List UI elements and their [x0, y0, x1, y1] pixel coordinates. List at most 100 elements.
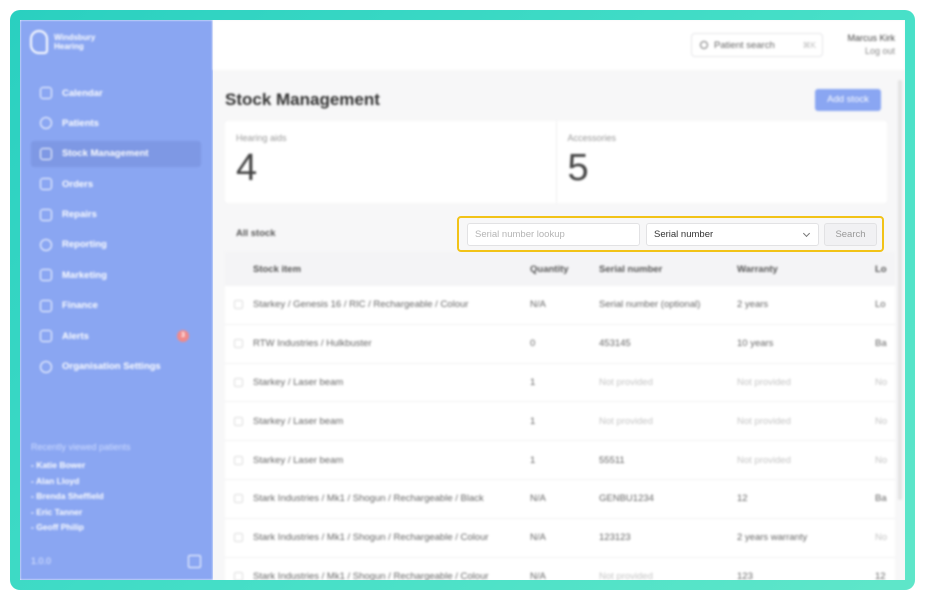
table-row[interactable]: Starkey / Laser beam 1 55511 Not provided No [225, 441, 895, 480]
recent-patient-link[interactable]: - Geoff Philip [31, 522, 131, 532]
row-checkbox[interactable] [234, 377, 243, 387]
cell-quantity: 1 [530, 415, 536, 427]
sidebar-item-patients[interactable]: Patients [31, 110, 201, 136]
chevron-down-icon [802, 229, 811, 238]
top-bar: Patient search ⌘K Marcus Kirk Log out [213, 20, 905, 70]
column-header-quantity[interactable]: Quantity [530, 264, 599, 275]
table-row[interactable]: Stark Industries / Mk1 / Shogun / Rechar… [225, 479, 895, 519]
cell-location: Lo [875, 299, 886, 311]
cell-stock-item: Stark Industries / Mk1 / Shogun / Rechar… [253, 532, 489, 544]
row-checkbox[interactable] [234, 571, 243, 580]
cell-stock-item: Starkey / Laser beam [253, 454, 344, 466]
lookup-field-select[interactable]: Serial number [646, 223, 819, 246]
user-name: Marcus Kirk [847, 33, 895, 43]
cell-warranty: Not provided [737, 454, 791, 466]
cell-warranty: 2 years [737, 299, 769, 311]
column-header-location[interactable]: Lo [875, 264, 895, 275]
cell-serial-number: 55511 [599, 454, 625, 466]
table-row[interactable]: Starkey / Laser beam 1 Not provided Not pro… [225, 363, 895, 403]
row-checkbox[interactable] [234, 416, 243, 426]
sidebar-item-reporting[interactable]: Reporting [31, 232, 201, 258]
patient-search-label: Patient search [714, 39, 775, 51]
brand-name-line1: Windsbury [54, 33, 96, 42]
recent-patient-link[interactable]: - Brenda Sheffield [31, 491, 131, 501]
main-background: Patient search ⌘K Marcus Kirk Log out St… [213, 20, 905, 580]
stats-panel: Hearing aids 4 Accessories 5 [225, 121, 887, 203]
column-header-stock-item[interactable]: Stock item [253, 264, 530, 275]
recent-patient-link[interactable]: - Alan Lloyd [31, 476, 131, 486]
stat-value: 4 [236, 147, 258, 189]
logout-link[interactable]: Log out [847, 45, 895, 58]
sidebar-item-calendar[interactable]: Calendar [31, 80, 201, 106]
cell-warranty: 12 [737, 493, 748, 505]
calendar-icon [40, 87, 52, 99]
cell-stock-item: Stark Industries / Mk1 / Shogun / Rechar… [253, 570, 489, 580]
table-row[interactable]: Starkey / Genesis 16 / RIC / Rechargeabl… [225, 286, 895, 325]
version-label: 1.0.0 [31, 556, 52, 566]
cell-warranty: Not provided [737, 376, 791, 388]
column-header-serial-number[interactable]: Serial number [599, 264, 737, 275]
cell-stock-item: Stark Industries / Mk1 / Shogun / Rechar… [253, 493, 484, 505]
cell-warranty: 2 years warranty [737, 532, 808, 544]
row-checkbox[interactable] [234, 494, 243, 504]
cell-warranty: 123 [737, 570, 753, 580]
serial-number-lookup-input[interactable] [467, 223, 640, 246]
all-stock-label: All stock [236, 228, 276, 239]
table-row[interactable]: Stark Industries / Mk1 / Shogun / Rechar… [225, 518, 895, 558]
recent-patients-title: Recently viewed patients [31, 442, 131, 452]
app-window: Windsbury Hearing Calendar Patients Stock … [20, 20, 905, 580]
sidebar-item-repairs[interactable]: Repairs [31, 202, 201, 228]
cell-quantity: 1 [530, 376, 536, 388]
stock-management-icon [40, 147, 52, 160]
sidebar-item-marketing[interactable]: Marketing [31, 262, 201, 288]
main-content: Patient search ⌘K Marcus Kirk Log out St… [213, 20, 905, 580]
scrollbar[interactable] [898, 80, 902, 500]
sidebar-item-label: Patients [62, 117, 99, 129]
sidebar-item-stock-management[interactable]: Stock Management [31, 140, 201, 167]
cell-stock-item: Starkey / Laser beam [253, 415, 344, 427]
cell-quantity: N/A [530, 493, 546, 505]
marketing-icon [40, 269, 52, 282]
cell-location: No [875, 532, 888, 544]
cell-location: Ba [875, 493, 887, 505]
screenshot-frame: Windsbury Hearing Calendar Patients Stock … [10, 10, 915, 590]
sidebar-item-label: Repairs [62, 209, 97, 221]
sidebar-item-label: Finance [62, 300, 98, 312]
recent-patient-link[interactable]: - Katie Bower [31, 460, 131, 470]
cell-stock-item: Starkey / Genesis 16 / RIC / Rechargeabl… [253, 299, 469, 311]
cell-quantity: N/A [530, 299, 546, 311]
sidebar-item-label: Calendar [62, 87, 103, 99]
cell-location: 12 [875, 570, 886, 580]
collapse-sidebar-icon[interactable] [188, 555, 201, 568]
column-header-warranty[interactable]: Warranty [737, 264, 875, 275]
row-checkbox[interactable] [234, 533, 243, 543]
sidebar-item-finance[interactable]: Finance [31, 293, 201, 319]
search-button[interactable]: Search [824, 223, 877, 246]
cell-serial-number: 453145 [599, 338, 631, 350]
cell-serial-number: GENBU1234 [599, 493, 654, 505]
table-row[interactable]: Starkey / Laser beam 1 Not provided Not pro… [225, 402, 895, 442]
recent-patient-link[interactable]: - Eric Tanner [31, 507, 131, 517]
add-stock-button[interactable]: Add stock [815, 89, 881, 111]
table-row[interactable]: Stark Industries / Mk1 / Shogun / Rechar… [225, 557, 895, 580]
cell-quantity: 0 [530, 338, 536, 350]
sidebar: Windsbury Hearing Calendar Patients Stock … [20, 20, 213, 580]
patients-icon [40, 117, 52, 130]
sidebar-item-label: Orders [62, 178, 94, 190]
cell-location: No [875, 415, 888, 427]
sidebar-item-alerts[interactable]: Alerts 3 [31, 323, 201, 349]
sidebar-item-organisation-settings[interactable]: Organisation Settings [31, 354, 201, 380]
logo[interactable]: Windsbury Hearing [30, 30, 95, 54]
row-checkbox[interactable] [234, 300, 243, 310]
recent-patients: Recently viewed patients - Katie Bower - … [31, 442, 131, 538]
row-checkbox[interactable] [234, 339, 243, 349]
table-body: Starkey / Genesis 16 / RIC / Rechargeabl… [225, 286, 895, 580]
sidebar-item-orders[interactable]: Orders [31, 171, 201, 197]
cell-stock-item: Starkey / Laser beam [253, 376, 344, 388]
patient-search-button[interactable]: Patient search ⌘K [691, 33, 823, 57]
stat-label: Accessories [567, 133, 617, 143]
sidebar-item-label: Organisation Settings [62, 361, 161, 373]
table-row[interactable]: RTW Industries / Hulkbuster 0 453145 10 yea… [225, 324, 895, 364]
repairs-icon [40, 208, 52, 221]
row-checkbox[interactable] [234, 455, 243, 465]
